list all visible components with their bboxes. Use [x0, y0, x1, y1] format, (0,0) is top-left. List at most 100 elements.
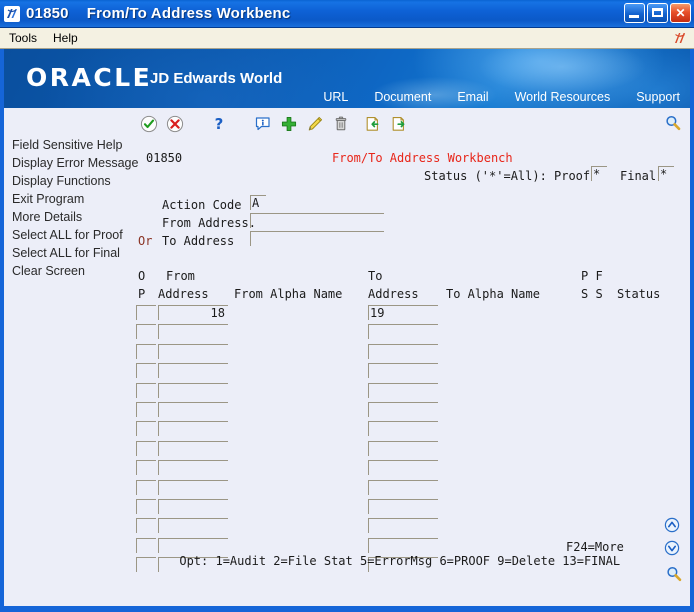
opt-input[interactable]	[136, 518, 156, 534]
opt-input[interactable]	[136, 402, 156, 417]
banner-link-support[interactable]: Support	[636, 90, 680, 104]
opt-input[interactable]	[136, 421, 156, 437]
window-controls: ✕	[624, 3, 691, 23]
to-address-cell[interactable]	[368, 460, 438, 476]
sidebar-item-more-details[interactable]: More Details	[8, 208, 134, 226]
opt-input[interactable]	[136, 460, 156, 476]
info-icon[interactable]	[250, 112, 276, 136]
opt-input[interactable]	[136, 479, 156, 495]
opt-input[interactable]	[136, 440, 156, 456]
search-magnifier-icon-top[interactable]	[664, 114, 682, 132]
from-address-cell[interactable]	[158, 479, 228, 495]
from-address-cell[interactable]	[158, 305, 228, 320]
proof-label: Proof	[554, 169, 591, 183]
opt-input[interactable]	[136, 382, 156, 398]
sidebar-item-select-all-for-proof[interactable]: Select ALL for Proof	[8, 226, 134, 244]
add-plus-icon[interactable]	[276, 112, 302, 136]
grid-header-from-addr: Address	[158, 287, 209, 301]
opt-input[interactable]	[136, 499, 156, 514]
terminal-form: 01850 From/To Address Workbench Status (…	[136, 138, 674, 604]
sidebar-item-select-all-for-final[interactable]: Select ALL for Final	[8, 244, 134, 262]
menu-help[interactable]: Help	[46, 30, 85, 46]
sidebar-item-display-functions[interactable]: Display Functions	[8, 172, 134, 190]
from-address-cell[interactable]	[158, 382, 228, 398]
grid-header-from-alpha: From Alpha Name	[234, 287, 343, 301]
opt-input[interactable]	[136, 363, 156, 379]
menubar: Tools Help	[0, 28, 694, 49]
sidebar-item-field-sensitive-help[interactable]: Field Sensitive Help	[8, 136, 134, 154]
proof-input[interactable]	[591, 166, 607, 181]
from-address-cell[interactable]	[158, 363, 228, 379]
application-window: 01850 From/To Address Workbenc ✕ Tools H…	[0, 0, 694, 612]
window-titlebar: 01850 From/To Address Workbenc ✕	[0, 0, 694, 28]
banner-link-world-resources[interactable]: World Resources	[515, 90, 611, 104]
maximize-button[interactable]	[647, 3, 668, 23]
action-code-input[interactable]	[250, 195, 266, 210]
oracle-banner: ORACLE JD Edwards World URL Document Ema…	[4, 49, 690, 108]
grid-header-opt-2: P	[138, 287, 146, 301]
final-input[interactable]	[658, 166, 674, 181]
edit-pencil-icon[interactable]	[302, 112, 328, 136]
to-address-cell[interactable]	[368, 343, 438, 359]
window-title: From/To Address Workbenc	[86, 5, 291, 22]
from-address-cell[interactable]	[158, 324, 228, 340]
to-address-cell[interactable]	[368, 363, 438, 379]
to-address-cell[interactable]	[368, 440, 438, 456]
action-code-label: Action Code	[162, 198, 242, 212]
to-address-cell[interactable]	[368, 479, 438, 495]
or-label: Or	[138, 234, 153, 248]
close-button[interactable]: ✕	[670, 3, 691, 23]
sidebar-item-display-error-message[interactable]: Display Error Message	[8, 154, 138, 172]
menu-tools[interactable]: Tools	[2, 30, 44, 46]
minimize-button[interactable]	[624, 3, 645, 23]
to-address-input[interactable]	[250, 231, 384, 246]
grid-header-pf: P F	[581, 269, 603, 283]
to-address-cell[interactable]	[368, 305, 438, 320]
from-address-cell[interactable]	[158, 402, 228, 417]
cancel-x-icon[interactable]	[162, 112, 188, 136]
scroll-up-circle-icon[interactable]	[664, 517, 682, 535]
oracle-brand-logo: ORACLE	[26, 63, 153, 92]
grid-header-opt-1: O	[138, 269, 146, 283]
function-key-sidebar: Field Sensitive Help Display Error Messa…	[8, 136, 138, 280]
export-in-icon[interactable]	[360, 112, 386, 136]
grid-header-to-alpha: To Alpha Name	[446, 287, 540, 301]
from-address-cell[interactable]	[158, 421, 228, 437]
grid-header-to-addr: Address	[368, 287, 419, 301]
to-address-cell[interactable]	[368, 499, 438, 514]
footer-bar: Opt: 1=Audit 2=File Stat 5=ErrorMsg 6=PR…	[136, 540, 676, 596]
delete-trash-icon[interactable]	[328, 112, 354, 136]
to-address-cell[interactable]	[368, 518, 438, 534]
opt-input[interactable]	[136, 305, 156, 320]
from-address-cell[interactable]	[158, 518, 228, 534]
svg-text:?: ?	[215, 115, 224, 133]
sidebar-item-clear-screen[interactable]: Clear Screen	[8, 262, 134, 280]
footer-more: F24=More	[566, 540, 624, 554]
to-address-cell[interactable]	[368, 421, 438, 437]
sidebar-item-exit-program[interactable]: Exit Program	[8, 190, 134, 208]
help-question-icon[interactable]: ?	[206, 112, 232, 136]
export-out-icon[interactable]	[386, 112, 412, 136]
to-address-cell[interactable]	[368, 324, 438, 340]
page-title: From/To Address Workbench	[332, 151, 513, 165]
grid-header-from: From	[166, 269, 195, 283]
final-label: Final	[620, 169, 657, 183]
from-address-cell[interactable]	[158, 343, 228, 359]
window-edge-right	[690, 49, 694, 612]
opt-input[interactable]	[136, 324, 156, 340]
accept-check-icon[interactable]	[136, 112, 162, 136]
from-address-cell[interactable]	[158, 499, 228, 514]
to-address-cell[interactable]	[368, 402, 438, 417]
banner-link-document[interactable]: Document	[374, 90, 431, 104]
from-address-cell[interactable]	[158, 440, 228, 456]
to-address-label: To Address	[162, 234, 235, 248]
from-address-cell[interactable]	[158, 460, 228, 476]
from-address-input[interactable]	[250, 213, 384, 228]
banner-link-email[interactable]: Email	[457, 90, 488, 104]
screen-id: 01850	[146, 151, 183, 165]
opt-input[interactable]	[136, 343, 156, 359]
status-label: Status ('*'=All):	[424, 169, 547, 183]
grid-header-to: To	[368, 269, 383, 283]
banner-link-url[interactable]: URL	[323, 90, 348, 104]
to-address-cell[interactable]	[368, 382, 438, 398]
